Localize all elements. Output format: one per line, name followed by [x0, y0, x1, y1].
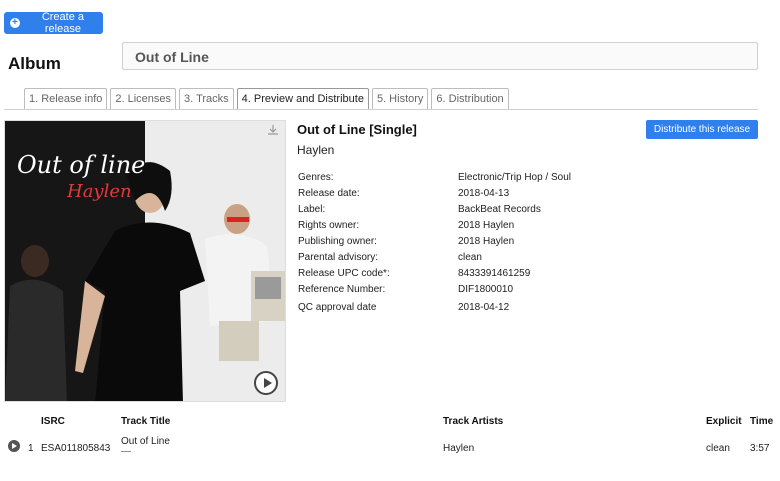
meta-row-reference-number: Reference Number: DIF1800010: [298, 281, 571, 297]
track-time: 3:57: [750, 443, 770, 454]
track-explicit: clean: [706, 443, 730, 454]
tab-tracks[interactable]: 3. Tracks: [179, 88, 234, 109]
album-title-field: Out of Line: [122, 42, 758, 70]
tabs-divider: [4, 109, 758, 110]
meta-key: QC approval date: [298, 301, 377, 313]
track-isrc: ESA011805843: [41, 443, 111, 454]
tab-release-info[interactable]: 1. Release info: [24, 88, 108, 109]
meta-key: Parental advisory:: [298, 251, 379, 263]
meta-row-genres: Genres: Electronic/Trip Hop / Soul: [298, 170, 571, 186]
release-artist: Haylen: [297, 143, 335, 157]
meta-row-qc-approval: QC approval date 2018-04-12: [298, 299, 571, 315]
album-label: Album: [8, 54, 61, 73]
meta-value: 2018 Haylen: [458, 236, 515, 247]
meta-row-label: Label: BackBeat Records: [298, 202, 571, 218]
header-track-artists: Track Artists: [443, 416, 504, 427]
header-explicit: Explicit: [706, 416, 742, 427]
meta-key: Release date:: [298, 188, 360, 200]
meta-key: Rights owner:: [298, 220, 360, 232]
header-isrc: ISRC: [41, 416, 65, 427]
distribute-release-button[interactable]: Distribute this release: [646, 120, 758, 139]
table-row[interactable]: 1 ESA011805843 Out of Line — Haylen clea…: [0, 436, 780, 457]
meta-value: Electronic/Trip Hop / Soul: [458, 172, 572, 184]
meta-key: Release UPC code*:: [298, 267, 390, 279]
track-title-sub: —: [121, 446, 131, 457]
track-number: 1: [28, 443, 34, 454]
cover-logo-title: Out of line: [17, 151, 145, 179]
meta-value: 2018-04-13: [458, 188, 510, 200]
cover-logo-artist: Haylen: [66, 181, 132, 202]
create-release-label: Create a release: [41, 11, 85, 35]
create-release-button[interactable]: + Create a release: [4, 11, 103, 35]
meta-value: BackBeat Records: [458, 204, 541, 216]
meta-row-parental-advisory: Parental advisory: clean: [298, 249, 571, 265]
download-icon[interactable]: [267, 124, 279, 136]
meta-key: Genres:: [298, 172, 334, 184]
meta-key: Label:: [298, 204, 326, 216]
meta-value: 8433391461259: [458, 267, 531, 279]
meta-value: DIF1800010: [458, 283, 514, 295]
track-artists: Haylen: [443, 443, 475, 454]
meta-row-publishing-owner: Publishing owner: 2018 Haylen: [298, 234, 571, 250]
meta-row-upc: Release UPC code*: 8433391461259: [298, 265, 571, 281]
album-cover-art: Out of line Haylen: [5, 121, 285, 401]
meta-value: clean: [458, 251, 482, 263]
tab-licenses[interactable]: 2. Licenses: [110, 88, 177, 109]
header-track-title: Track Title: [121, 416, 171, 427]
meta-key: Publishing owner:: [298, 236, 377, 247]
meta-value: 2018-04-12: [458, 301, 510, 313]
play-icon[interactable]: [254, 371, 278, 395]
meta-value: 2018 Haylen: [458, 220, 515, 232]
tab-distribution[interactable]: 6. Distribution: [431, 88, 509, 109]
plus-circle-icon: +: [10, 18, 20, 28]
header-time: Time: [750, 416, 774, 427]
tab-preview-distribute[interactable]: 4. Preview and Distribute: [236, 88, 369, 109]
release-metadata: Genres: Electronic/Trip Hop / Soul Relea…: [298, 170, 571, 315]
meta-row-release-date: Release date: 2018-04-13: [298, 186, 571, 202]
meta-row-rights-owner: Rights owner: 2018 Haylen: [298, 218, 571, 234]
album-cover: Out of line Haylen: [4, 120, 286, 402]
tab-history[interactable]: 5. History: [371, 88, 429, 109]
tracks-table-header: ISRC Track Title Track Artists Explicit …: [0, 416, 780, 430]
release-title: Out of Line [Single]: [297, 122, 417, 137]
track-play-icon[interactable]: [8, 440, 20, 452]
meta-key: Reference Number:: [298, 283, 386, 295]
release-tabs: 1. Release info 2. Licenses 3. Tracks 4.…: [24, 88, 509, 109]
